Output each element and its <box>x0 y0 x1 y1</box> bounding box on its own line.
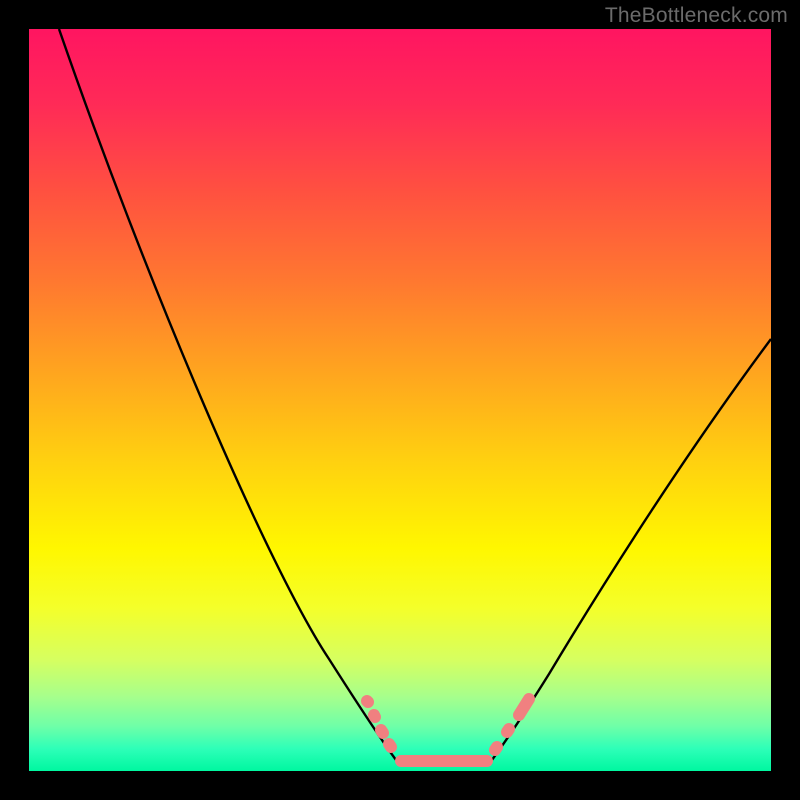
curve-left <box>59 29 399 764</box>
marker-group <box>367 699 529 761</box>
watermark-text: TheBottleneck.com <box>605 4 788 28</box>
marker-dot <box>507 729 509 732</box>
marker-dot <box>389 744 391 747</box>
marker-dot <box>381 730 383 733</box>
marker-dot <box>374 715 375 717</box>
marker-dot <box>367 701 368 702</box>
curve-layer <box>29 29 771 771</box>
marker-dot <box>495 747 497 750</box>
chart-frame: TheBottleneck.com <box>0 0 800 800</box>
plot-area <box>29 29 771 771</box>
marker-dot <box>519 699 529 715</box>
